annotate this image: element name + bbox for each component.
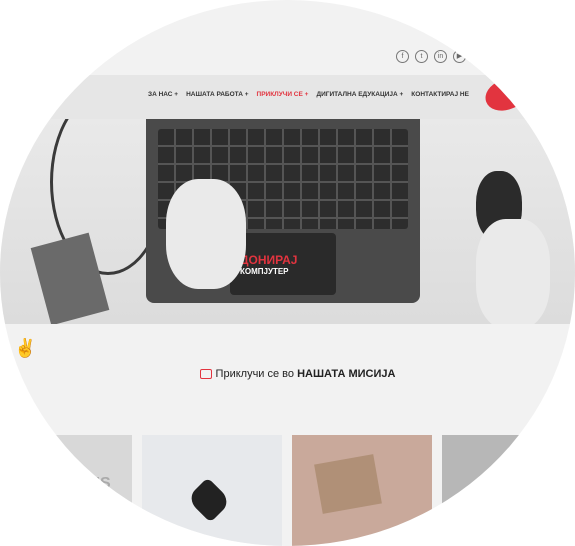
brand-name: ДОНИРАЈ (240, 253, 298, 267)
card-1[interactable]: ONS (56, 435, 132, 546)
cards-row: ONS (56, 435, 522, 546)
mission-prefix: Приклучи се во (215, 368, 298, 380)
card-3[interactable] (292, 435, 432, 546)
hero-image: ДОНИРАЈ КОМПЈУТЕР (0, 119, 575, 324)
nav-item-digital-education[interactable]: ДИГИТАЛНА ЕДУКАЦИЈА + (316, 91, 403, 98)
mission-heading: Приклучи се во НАШАТА МИСИЈА (0, 366, 575, 384)
card-1-text: ONS (76, 475, 111, 492)
hand-left (166, 179, 246, 289)
nav-item-about[interactable]: ЗА НАС + (148, 91, 178, 98)
hand-right (476, 219, 550, 324)
heart-icon (186, 477, 232, 523)
nav-item-contact[interactable]: КОНТАКТИРАЈ НЕ (411, 91, 469, 98)
page-viewport: f t in ▶ ЗА НАС + НАШАТА РАБОТА + ПРИКЛУ… (0, 0, 575, 546)
youtube-icon[interactable]: ▶ (453, 50, 466, 63)
social-links: f t in ▶ (396, 50, 466, 63)
gift-box (314, 454, 382, 514)
facebook-icon[interactable]: f (396, 50, 409, 63)
nav-item-our-work[interactable]: НАШАТА РАБОТА + (186, 91, 248, 98)
mission-bold: НАШАТА МИСИЈА (297, 368, 396, 380)
linkedin-icon[interactable]: in (434, 50, 447, 63)
card-4[interactable] (442, 435, 522, 546)
nav-item-join[interactable]: ПРИКЛУЧИ СЕ + (257, 91, 309, 98)
hand-sign-icon: ✌ (14, 338, 37, 358)
brand-sub: КОМПЈУТЕР (240, 267, 289, 276)
monitor-icon (199, 369, 212, 379)
card-2[interactable] (142, 435, 282, 546)
twitter-icon[interactable]: t (415, 50, 428, 63)
